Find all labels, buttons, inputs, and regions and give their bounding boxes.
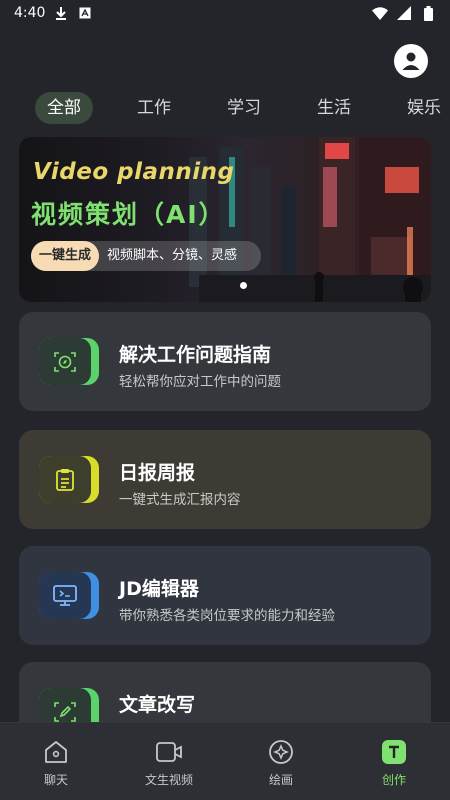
status-bar: 4:40 (0, 0, 450, 26)
card-jd-editor[interactable]: JD编辑器 带你熟悉各类岗位要求的能力和经验 (19, 546, 431, 645)
tab-study[interactable]: 学习 (227, 92, 261, 124)
nav-chat[interactable]: 聊天 (11, 737, 101, 788)
tab-entertainment[interactable]: 娱乐 (407, 92, 441, 124)
battery-icon (420, 5, 436, 21)
tab-all[interactable]: 全部 (35, 92, 93, 124)
clipboard-icon (39, 456, 91, 503)
card-icon-bg (39, 338, 99, 385)
category-tabs: 全部 工作 学习 生活 娱乐 (0, 90, 450, 128)
video-camera-icon (154, 737, 184, 767)
nav-label: 聊天 (43, 773, 68, 787)
card-work-guide[interactable]: 解决工作问题指南 轻松帮你应对工作中的问题 (19, 312, 431, 411)
download-icon (53, 5, 69, 21)
card-title: 日报周报 (119, 462, 196, 484)
compass-icon (39, 338, 91, 385)
bottom-navigation: 聊天 文生视频 绘画 创作 (0, 722, 450, 800)
card-title: JD编辑器 (119, 578, 199, 600)
text-create-icon (379, 737, 409, 767)
home-chat-icon (41, 737, 71, 767)
carousel-indicator (240, 282, 247, 289)
card-subtitle: 轻松帮你应对工作中的问题 (119, 374, 281, 390)
status-time: 4:40 (14, 5, 46, 21)
nav-label: 创作 (381, 773, 406, 787)
user-avatar-icon[interactable] (394, 44, 428, 78)
text-icon (77, 5, 93, 21)
nav-label: 绘画 (268, 773, 293, 787)
card-title: 文章改写 (119, 694, 196, 716)
card-daily-report[interactable]: 日报周报 一键式生成汇报内容 (19, 430, 431, 529)
banner-title-english: Video planning (33, 159, 235, 185)
tab-work[interactable]: 工作 (137, 92, 171, 124)
monitor-icon (39, 572, 91, 619)
card-subtitle: 一键式生成汇报内容 (119, 492, 241, 508)
tab-life[interactable]: 生活 (317, 92, 351, 124)
banner-tagline: 视频脚本、分镜、灵感 (107, 248, 238, 263)
generate-button[interactable]: 一键生成 (31, 241, 100, 271)
promo-banner[interactable]: Video planning 视频策划（AI） (19, 137, 431, 302)
card-subtitle: 带你熟悉各类岗位要求的能力和经验 (119, 608, 335, 624)
nav-text-to-video[interactable]: 文生视频 (124, 737, 214, 788)
nav-create[interactable]: 创作 (349, 737, 439, 788)
card-title: 解决工作问题指南 (119, 344, 272, 366)
banner-title-chinese: 视频策划（AI） (31, 200, 226, 229)
signal-icon (396, 5, 412, 21)
card-icon-bg (39, 572, 99, 619)
nav-label: 文生视频 (144, 773, 193, 787)
card-icon-bg (39, 456, 99, 503)
paint-icon (266, 737, 296, 767)
nav-painting[interactable]: 绘画 (236, 737, 326, 788)
wifi-icon (372, 5, 388, 21)
